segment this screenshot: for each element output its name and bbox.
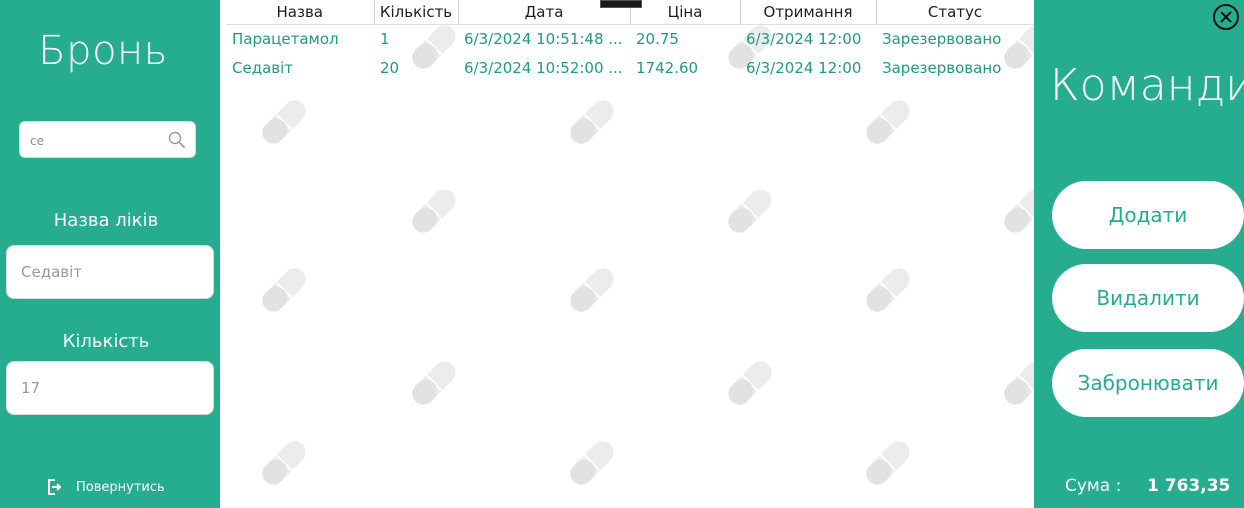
back-button[interactable]: Повернутись bbox=[47, 479, 165, 495]
booking-grid[interactable]: Назва Кількість Дата Ціна Отримання Стат… bbox=[220, 0, 1034, 508]
right-panel: Команди Додати Видалити Забронювати Сума… bbox=[1034, 0, 1244, 508]
medicine-name-label: Назва ліків bbox=[53, 210, 159, 231]
search-input[interactable] bbox=[30, 131, 160, 151]
column-resize-marker bbox=[600, 0, 642, 8]
total-label: Сума : bbox=[1065, 476, 1122, 496]
column-header-quantity[interactable]: Кількість bbox=[374, 0, 459, 25]
column-header-status[interactable]: Статус bbox=[876, 0, 1034, 25]
search-box[interactable] bbox=[19, 121, 196, 158]
quantity-label: Кількість bbox=[62, 331, 150, 352]
cell-date[interactable]: 6/3/2024 10:52:00 ... bbox=[458, 53, 630, 82]
total-value: 1 763,35 bbox=[1147, 476, 1231, 496]
quantity-field[interactable] bbox=[6, 361, 214, 415]
cell-name[interactable]: Парацетамол bbox=[226, 24, 374, 53]
left-panel: Бронь Назва ліків Кількість Повернутись bbox=[0, 0, 220, 508]
cell-date[interactable]: 6/3/2024 10:51:48 ... bbox=[458, 24, 630, 53]
quantity-input[interactable] bbox=[7, 362, 213, 414]
medicine-name-field[interactable] bbox=[6, 245, 214, 299]
cell-status[interactable]: Зарезервовано bbox=[876, 53, 1034, 82]
table-row[interactable]: Седавіт 20 6/3/2024 10:52:00 ... 1742.60… bbox=[226, 53, 1034, 82]
cell-received[interactable]: 6/3/2024 12:00 bbox=[740, 24, 876, 53]
cell-price[interactable]: 1742.60 bbox=[630, 53, 740, 82]
delete-button[interactable]: Видалити bbox=[1052, 264, 1244, 332]
logout-icon bbox=[48, 479, 61, 495]
search-icon[interactable] bbox=[168, 131, 186, 149]
pill-icon bbox=[256, 19, 1034, 491]
table-row[interactable]: Парацетамол 1 6/3/2024 10:51:48 ... 20.7… bbox=[226, 24, 1034, 53]
cell-quantity[interactable]: 1 bbox=[374, 24, 458, 53]
reserve-button[interactable]: Забронювати bbox=[1052, 349, 1244, 417]
medicine-name-input[interactable] bbox=[7, 246, 213, 298]
page-title: Бронь bbox=[38, 28, 168, 74]
back-label: Повернутись bbox=[76, 479, 165, 495]
close-icon[interactable] bbox=[1212, 3, 1240, 31]
cell-price[interactable]: 20.75 bbox=[630, 24, 740, 53]
cell-quantity[interactable]: 20 bbox=[374, 53, 458, 82]
cell-received[interactable]: 6/3/2024 12:00 bbox=[740, 53, 876, 82]
reservations-table[interactable]: Назва Кількість Дата Ціна Отримання Стат… bbox=[226, 0, 1034, 82]
add-button[interactable]: Додати bbox=[1052, 181, 1244, 249]
cell-name[interactable]: Седавіт bbox=[226, 53, 374, 82]
column-header-name[interactable]: Назва bbox=[226, 0, 375, 25]
column-header-price[interactable]: Ціна bbox=[630, 0, 741, 25]
column-header-received[interactable]: Отримання bbox=[740, 0, 877, 25]
commands-title: Команди bbox=[1050, 60, 1244, 111]
cell-status[interactable]: Зарезервовано bbox=[876, 24, 1034, 53]
